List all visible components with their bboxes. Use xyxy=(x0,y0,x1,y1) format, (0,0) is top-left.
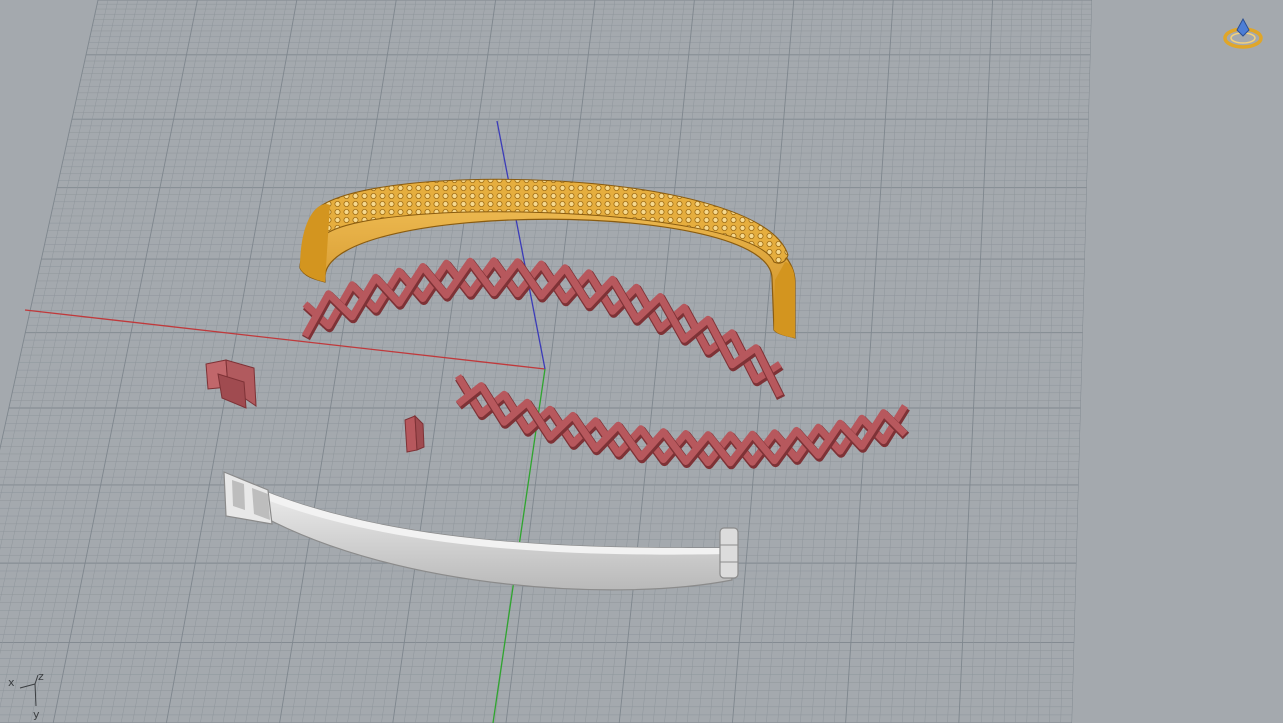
gizmo-y-label: y xyxy=(33,708,40,721)
gizmo-z-label: z xyxy=(38,670,44,683)
perspective-viewport[interactable]: x z y xyxy=(0,0,1283,723)
gizmo-x-label: x xyxy=(8,676,15,689)
